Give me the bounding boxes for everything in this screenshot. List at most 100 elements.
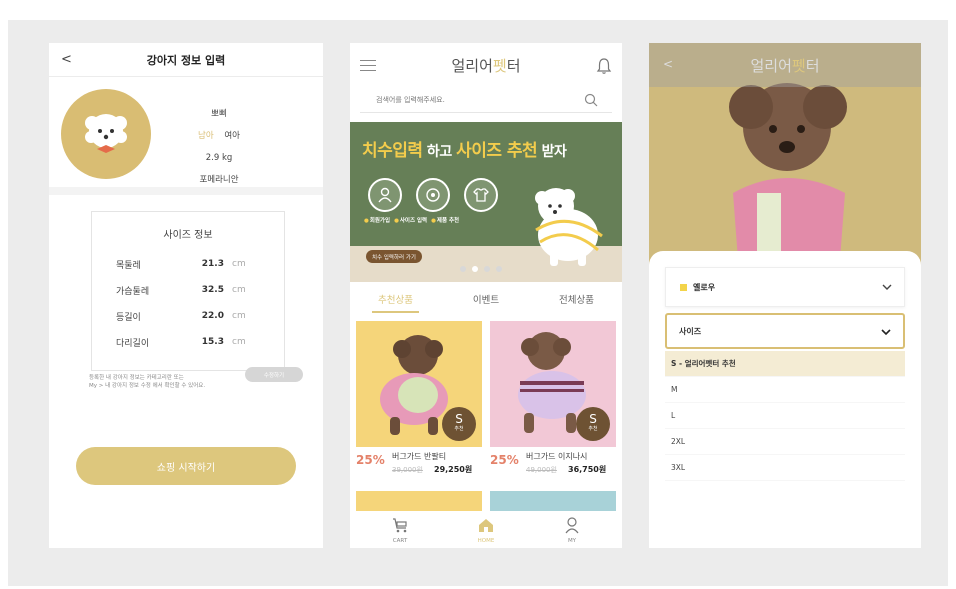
carousel-dot[interactable]: [484, 266, 490, 272]
start-shopping-button[interactable]: 쇼핑 시작하기: [76, 447, 296, 485]
step-label: 회원가입: [364, 216, 390, 224]
tab-recommended[interactable]: 추천상품: [372, 292, 419, 313]
logo[interactable]: 얼리어펫터: [350, 55, 622, 76]
home-icon: [479, 519, 493, 532]
step-labels: 회원가입 사이즈 입력 제품 추천: [364, 216, 459, 224]
canvas: < 강아지 정보 입력 뽀삐 남아 여아 2.9 kg 포메라니안 사이즈 정보…: [8, 20, 948, 586]
banner-text: 받자: [537, 144, 567, 160]
size-option[interactable]: L: [665, 403, 905, 429]
size-option[interactable]: S - 얼리어펫터 추천: [665, 351, 905, 377]
color-value: 옐로우: [693, 282, 716, 292]
badge-size: S: [589, 412, 597, 426]
chevron-down-icon[interactable]: [882, 282, 892, 292]
logo-part: 터: [506, 57, 521, 75]
nav-cart[interactable]: CART: [380, 512, 420, 548]
size-unit: cm: [232, 285, 246, 295]
size-info-title: 사이즈 정보: [163, 230, 213, 241]
size-badge: S 추천: [576, 407, 610, 441]
size-label: 가슴둘레: [116, 286, 150, 297]
product-card-partial[interactable]: [356, 491, 482, 511]
sale-price: 36,750원: [568, 465, 607, 474]
original-price: 49,000원: [526, 466, 557, 474]
carousel-dot[interactable]: [496, 266, 502, 272]
edit-button[interactable]: 수정하기: [245, 367, 303, 382]
product-card[interactable]: S 추천 25% 버그가드 이지나시 49,000원 36,750원: [490, 321, 616, 474]
size-value: 32.5: [201, 285, 224, 295]
gender-selector: 남아 여아: [179, 125, 259, 147]
logo-accent: 펫: [492, 57, 507, 75]
search-placeholder: 검색어를 입력해주세요.: [376, 96, 445, 104]
nav-label: MY: [567, 538, 577, 544]
dog-weight: 2.9 kg: [205, 153, 233, 163]
product-image[interactable]: S 추천: [356, 321, 482, 447]
color-select[interactable]: 옐로우: [665, 267, 905, 307]
step-label: 사이즈 입력: [394, 216, 427, 224]
size-option[interactable]: 3XL: [665, 455, 905, 481]
sale-price: 29,250원: [434, 465, 473, 474]
dog-profile: 뽀삐 남아 여아 2.9 kg 포메라니안: [49, 77, 323, 195]
product-tabs: 추천상품 이벤트 전체상품: [372, 292, 600, 313]
dog-info: 뽀삐 남아 여아 2.9 kg 포메라니안: [179, 103, 259, 191]
nav-home[interactable]: HOME: [466, 512, 506, 548]
page-title: 강아지 정보 입력: [146, 53, 226, 67]
size-row: 다리길이 15.3 cm: [92, 329, 284, 355]
tab-all[interactable]: 전체상품: [553, 292, 600, 313]
size-label: 등길이: [116, 312, 141, 323]
size-input-button[interactable]: 치수 입력하러 가기: [366, 250, 422, 263]
dog-avatar: [61, 89, 151, 179]
logo-part: 터: [805, 57, 820, 75]
size-unit: cm: [232, 259, 246, 269]
gender-male[interactable]: 남아: [198, 131, 214, 141]
size-options: S - 얼리어펫터 추천 M L 2XL 3XL: [665, 351, 905, 481]
header: < 강아지 정보 입력: [49, 43, 323, 77]
step-icons: [368, 178, 498, 212]
bell-icon[interactable]: [596, 57, 612, 75]
search-icon[interactable]: [584, 93, 598, 107]
chevron-down-icon[interactable]: [881, 327, 891, 337]
nav-label: HOME: [477, 538, 495, 544]
carousel-dot[interactable]: [472, 266, 478, 272]
bottom-nav: CART HOME MY: [350, 512, 622, 548]
product-name[interactable]: 버그가드 이지나시: [526, 451, 587, 462]
size-row: 등길이 22.0 cm: [92, 303, 284, 329]
info-note: 등록한 내 강아지 정보는 카테고리란 또는 My > 내 강아지 정보 수정 …: [89, 374, 249, 390]
discount-rate: 25%: [356, 453, 385, 467]
logo[interactable]: 얼리어펫터: [649, 55, 921, 76]
product-image[interactable]: S 추천: [490, 321, 616, 447]
badge-sub: 추천: [588, 426, 598, 432]
carousel-dots: [460, 266, 502, 272]
badge-sub: 추천: [454, 426, 464, 432]
cart-icon: [393, 518, 407, 533]
size-select[interactable]: 사이즈: [665, 313, 905, 349]
dog-name: 뽀삐: [211, 109, 227, 119]
user-icon: [565, 517, 579, 534]
logo-accent: 펫: [791, 57, 806, 75]
banner-text: 하고: [422, 144, 457, 160]
gender-female[interactable]: 여아: [224, 131, 240, 141]
option-sheet: 옐로우 사이즈 S - 얼리어펫터 추천 M L 2XL 3XL: [649, 251, 921, 548]
carousel-dot[interactable]: [460, 266, 466, 272]
product-name[interactable]: 버그가드 반팔티: [392, 451, 446, 462]
size-info-box: 사이즈 정보 목둘레 21.3 cm 가슴둘레 32.5 cm 등길이 22.0…: [91, 211, 285, 371]
nav-my[interactable]: MY: [552, 512, 592, 548]
nav-label: CART: [392, 538, 408, 544]
back-icon[interactable]: <: [61, 52, 72, 67]
product-card[interactable]: S 추천 25% 버그가드 반팔티 39,000원 29,250원: [356, 321, 482, 474]
product-card-partial[interactable]: [490, 491, 616, 511]
tab-event[interactable]: 이벤트: [467, 292, 505, 313]
size-label: 다리길이: [116, 338, 150, 349]
banner-highlight: 치수입력: [362, 141, 423, 161]
size-select-label: 사이즈: [679, 326, 702, 336]
header: 얼리어펫터: [350, 43, 622, 87]
logo-part: 얼리어: [750, 57, 792, 75]
note-line: My > 내 강아지 정보 수정 에서 확인할 수 있어요.: [89, 383, 206, 389]
dog-face-icon: [85, 114, 127, 153]
header: < 얼리어펫터: [649, 43, 921, 87]
promo-banner[interactable]: 치수입력 하고 사이즈 추천 받자 회원가입 사이즈 입력 제품 추천 치수 입…: [350, 122, 622, 282]
size-option[interactable]: 2XL: [665, 429, 905, 455]
user-icon: [368, 178, 402, 212]
search-input[interactable]: 검색어를 입력해주세요.: [360, 89, 612, 113]
size-option[interactable]: M: [665, 377, 905, 403]
size-value: 21.3: [201, 259, 224, 269]
size-badge: S 추천: [442, 407, 476, 441]
